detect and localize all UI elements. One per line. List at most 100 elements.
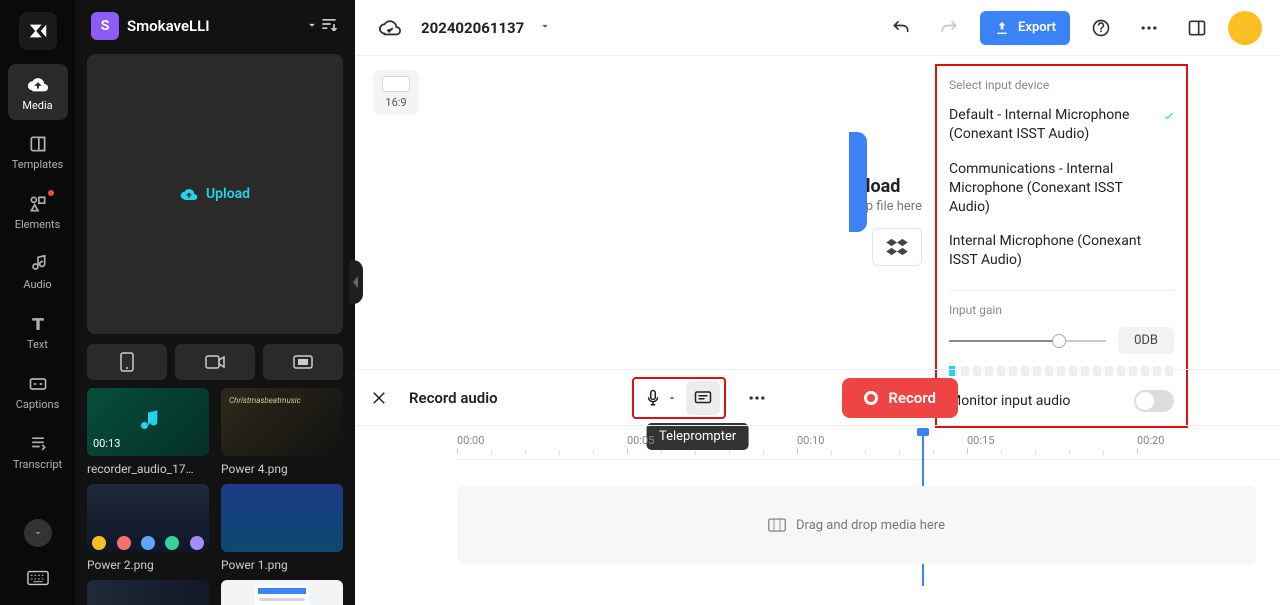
camera-button[interactable]: [175, 344, 255, 380]
project-title[interactable]: 202402061137: [421, 19, 524, 37]
timeline-tick: 00:15: [967, 434, 994, 447]
main: 202402061137 Export 16:9 load p file her…: [355, 0, 1280, 605]
media-item[interactable]: Power 2.png: [87, 484, 209, 572]
templates-icon: [28, 134, 48, 154]
input-gain-slider[interactable]: [949, 340, 1106, 342]
app-logo[interactable]: [19, 12, 57, 50]
user-dropdown[interactable]: [305, 17, 319, 36]
chevron-up-icon: [666, 392, 678, 404]
phone-button[interactable]: [87, 344, 167, 380]
thumbnail: Christmasbeatmusic: [221, 388, 343, 456]
media-item[interactable]: 00:13 recorder_audio_17…: [87, 388, 209, 476]
timeline: 00:00 00:05 00:10 00:15 00:20 Drag and drop …: [355, 425, 1280, 605]
project-dropdown[interactable]: [538, 18, 552, 37]
nav-captions[interactable]: Captions: [8, 364, 68, 420]
nav-label: Audio: [23, 278, 51, 291]
teleprompter-icon: [694, 390, 712, 406]
keyboard-button[interactable]: [18, 563, 58, 593]
elements-icon: [28, 194, 48, 214]
export-button[interactable]: Export: [980, 11, 1070, 45]
media-item[interactable]: Christmasbeatmusic Power 4.png: [221, 388, 343, 476]
input-gain-row: 0DB: [949, 327, 1174, 354]
account-avatar[interactable]: [1228, 11, 1262, 45]
redo-button[interactable]: [932, 11, 966, 45]
keyboard-icon: [27, 570, 49, 586]
nav-transcript[interactable]: Transcript: [8, 424, 68, 480]
device-option-internal[interactable]: Internal Microphone (Conexant ISST Audio…: [949, 228, 1174, 282]
media-item[interactable]: Screenshot_20240…: [221, 580, 343, 605]
upload-button[interactable]: Upload: [87, 54, 343, 334]
media-item[interactable]: Power 3.png: [87, 580, 209, 605]
nav-label: Text: [27, 338, 48, 351]
media-label: Power 1.png: [221, 558, 343, 572]
phone-icon: [120, 352, 134, 372]
export-icon: [994, 20, 1010, 36]
microphone-icon: [644, 388, 662, 408]
nav-elements[interactable]: Elements: [8, 184, 68, 240]
timeline-tick: 00:05: [627, 434, 654, 447]
dropzone-text: Drag and drop media here: [796, 518, 945, 533]
timeline-tick: 00:20: [1137, 434, 1164, 447]
nav-text[interactable]: Text: [8, 304, 68, 360]
media-label: Power 4.png: [221, 462, 343, 476]
cloud-sync-button[interactable]: [373, 11, 407, 45]
capcut-icon: [27, 20, 49, 42]
chevron-down-icon: [305, 18, 319, 32]
media-item[interactable]: Power 1.png: [221, 484, 343, 572]
screen-button[interactable]: [263, 344, 343, 380]
nav-more-button[interactable]: [24, 519, 52, 547]
user-avatar[interactable]: S: [91, 12, 119, 40]
nav-media[interactable]: Media: [8, 64, 68, 120]
aspect-ratio-chip[interactable]: 16:9: [373, 70, 419, 115]
help-icon: [1091, 18, 1111, 38]
timeline-dropzone[interactable]: Drag and drop media here: [457, 486, 1256, 564]
canvas: 16:9 load p file here Select input devic…: [355, 56, 1280, 369]
nav-templates[interactable]: Templates: [8, 124, 68, 180]
record-more-button[interactable]: [740, 381, 774, 415]
media-label: Power 2.png: [87, 558, 209, 572]
media-grid: 00:13 recorder_audio_17… Christmasbeatmusi…: [75, 388, 355, 605]
timeline-tick: 00:10: [797, 434, 824, 447]
help-button[interactable]: [1084, 11, 1118, 45]
more-button[interactable]: [1132, 11, 1166, 45]
camera-icon: [205, 355, 225, 369]
media-label: recorder_audio_17…: [87, 462, 209, 476]
timeline-tick: 00:00: [457, 434, 484, 447]
teleprompter-button[interactable]: [686, 381, 720, 415]
input-gain-value: 0DB: [1118, 327, 1174, 354]
record-button[interactable]: Record: [842, 378, 958, 418]
thumbnail: [221, 580, 343, 605]
nav-label: Templates: [12, 158, 63, 171]
dropbox-icon: [886, 238, 908, 256]
aspect-thumbnail: [382, 76, 410, 92]
nav-label: Media: [22, 99, 52, 112]
close-icon: [370, 389, 388, 407]
export-label: Export: [1018, 20, 1056, 35]
panel-icon: [1187, 18, 1207, 38]
panel-toggle-button[interactable]: [1180, 11, 1214, 45]
undo-icon: [891, 18, 911, 38]
close-button[interactable]: [363, 382, 395, 414]
transcript-icon: [28, 434, 48, 454]
nav-label: Elements: [15, 218, 61, 231]
record-bar: Record audio Teleprompter Record: [355, 369, 1280, 425]
nav-audio[interactable]: Audio: [8, 244, 68, 300]
nav-label: Transcript: [13, 458, 62, 471]
thumbnail: 00:13: [87, 388, 209, 456]
duration: 00:13: [93, 437, 120, 450]
timeline-ruler[interactable]: 00:00 00:05 00:10 00:15 00:20: [457, 434, 1280, 460]
device-option-default[interactable]: Default - Internal Microphone (Conexant …: [949, 102, 1174, 156]
mic-dropdown-button[interactable]: [638, 384, 684, 412]
sort-icon: [319, 14, 339, 34]
check-icon: [1162, 110, 1176, 130]
dropbox-button[interactable]: [872, 228, 922, 266]
record-dot-icon: [864, 391, 878, 405]
cloud-upload-icon: [180, 185, 198, 203]
redo-icon: [939, 18, 959, 38]
undo-button[interactable]: [884, 11, 918, 45]
user-name[interactable]: SmokaveLLI: [127, 17, 299, 35]
sort-button[interactable]: [319, 14, 339, 38]
device-option-comm[interactable]: Communications - Internal Microphone (Co…: [949, 156, 1174, 229]
mic-teleprompter-group: Teleprompter: [632, 377, 726, 419]
badge-icon: [48, 190, 54, 196]
